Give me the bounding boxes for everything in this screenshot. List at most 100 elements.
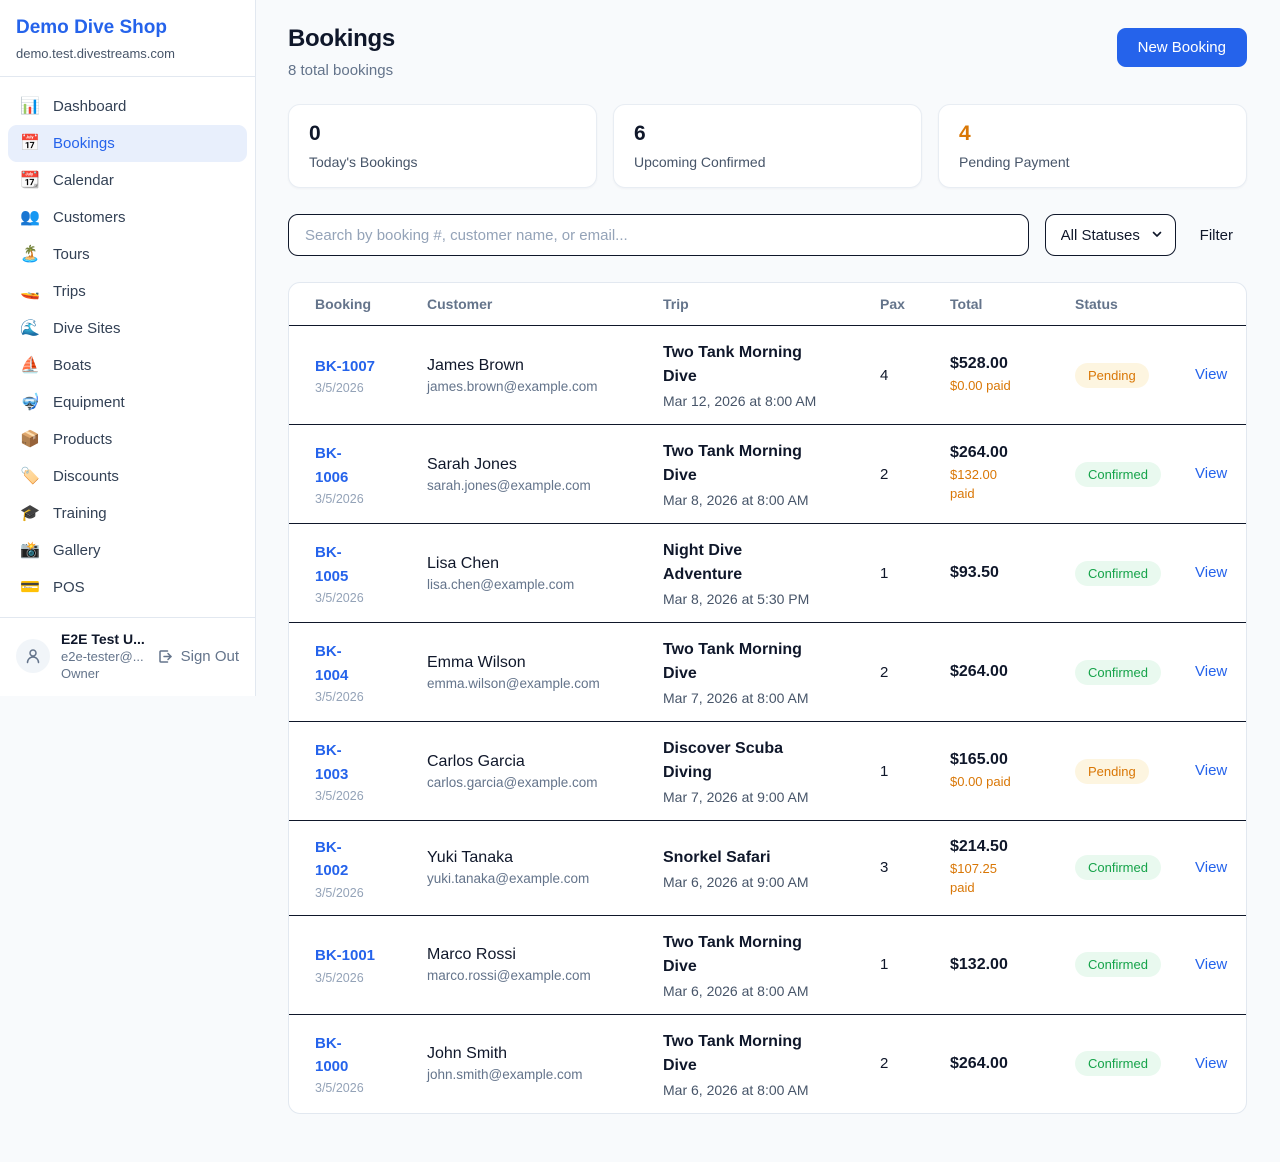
view-link[interactable]: View <box>1195 465 1227 482</box>
total-paid: $0.00 paid <box>950 773 1020 792</box>
stats-row: 0 Today's Bookings 6 Upcoming Confirmed … <box>288 104 1247 188</box>
view-link[interactable]: View <box>1195 663 1227 680</box>
column-header-booking: Booking <box>315 283 427 325</box>
sign-out-button[interactable]: Sign Out <box>157 648 239 665</box>
filter-button[interactable]: Filter <box>1186 217 1247 254</box>
status-filter-select[interactable]: All Statuses <box>1045 214 1176 256</box>
total-amount: $165.00 <box>950 751 1065 769</box>
view-link[interactable]: View <box>1195 956 1227 973</box>
view-link[interactable]: View <box>1195 859 1227 876</box>
customer-name: Carlos Garcia <box>427 753 653 771</box>
pax-cell: 2 <box>880 451 950 498</box>
search-input[interactable] <box>288 214 1029 256</box>
sidebar: Demo Dive Shop demo.test.divestreams.com… <box>0 0 256 696</box>
status-badge: Confirmed <box>1075 1051 1161 1076</box>
booking-id-link[interactable]: BK- 1005 <box>315 541 348 588</box>
customer-cell: Sarah Jones sarah.jones@example.com <box>427 441 663 508</box>
actions-cell: View <box>1195 1040 1237 1088</box>
status-badge: Confirmed <box>1075 952 1161 977</box>
booking-cell: BK- 1005 3/5/2026 <box>315 526 427 620</box>
sidebar-item-icon: ⛵ <box>20 358 40 374</box>
total-paid: $107.25 paid <box>950 860 1020 898</box>
user-email: e2e-tester@... <box>61 649 146 664</box>
customer-cell: James Brown james.brown@example.com <box>427 342 663 409</box>
sidebar-item-dive-sites[interactable]: 🌊 Dive Sites <box>8 310 247 347</box>
trip-date: Mar 8, 2026 at 5:30 PM <box>663 591 870 607</box>
sidebar-item-gallery[interactable]: 📸 Gallery <box>8 532 247 569</box>
booking-cell: BK-1007 3/5/2026 <box>315 340 427 410</box>
sidebar-item-icon: 📸 <box>20 543 40 559</box>
sidebar-item-label: Tours <box>53 246 90 263</box>
sidebar-item-trips[interactable]: 🚤 Trips <box>8 273 247 310</box>
sidebar-item-discounts[interactable]: 🏷️ Discounts <box>8 458 247 495</box>
booking-cell: BK-1001 3/5/2026 <box>315 929 427 999</box>
actions-cell: View <box>1195 941 1237 989</box>
table-row: BK- 1003 3/5/2026 Carlos Garcia carlos.g… <box>289 722 1246 821</box>
customer-cell: Lisa Chen lisa.chen@example.com <box>427 540 663 607</box>
trip-name: Snorkel Safari <box>663 846 821 870</box>
status-cell: Confirmed <box>1075 840 1195 895</box>
status-badge: Confirmed <box>1075 561 1161 586</box>
actions-cell: View <box>1195 747 1237 795</box>
view-link[interactable]: View <box>1195 564 1227 581</box>
view-link[interactable]: View <box>1195 1055 1227 1072</box>
customer-name: James Brown <box>427 357 653 375</box>
booking-id-link[interactable]: BK- 1004 <box>315 640 348 687</box>
avatar <box>16 639 50 673</box>
status-cell: Confirmed <box>1075 937 1195 992</box>
pax-cell: 1 <box>880 550 950 597</box>
booking-cell: BK- 1003 3/5/2026 <box>315 724 427 818</box>
booking-id-link[interactable]: BK- 1000 <box>315 1032 348 1079</box>
trip-cell: Two Tank Morning Dive Mar 12, 2026 at 8:… <box>663 326 880 424</box>
booking-date: 3/5/2026 <box>315 971 417 985</box>
sidebar-item-equipment[interactable]: 🤿 Equipment <box>8 384 247 421</box>
status-cell: Pending <box>1075 348 1195 403</box>
sidebar-item-label: Customers <box>53 209 126 226</box>
trip-cell: Two Tank Morning Dive Mar 8, 2026 at 8:0… <box>663 425 880 523</box>
total-amount: $264.00 <box>950 663 1065 681</box>
booking-id-link[interactable]: BK-1007 <box>315 355 375 378</box>
booking-id-link[interactable]: BK- 1006 <box>315 442 348 489</box>
trip-name: Two Tank Morning Dive <box>663 341 821 389</box>
page-subtitle: 8 total bookings <box>288 62 395 79</box>
booking-id-link[interactable]: BK-1001 <box>315 944 375 967</box>
booking-id-link[interactable]: BK- 1002 <box>315 836 348 883</box>
column-header-total: Total <box>950 283 1075 325</box>
sidebar-item-icon: 📆 <box>20 173 40 189</box>
booking-date: 3/5/2026 <box>315 1081 417 1095</box>
stat-label: Today's Bookings <box>309 154 576 170</box>
sidebar-item-dashboard[interactable]: 📊 Dashboard <box>8 88 247 125</box>
actions-cell: View <box>1195 549 1237 597</box>
stat-card-upcoming-confirmed: 6 Upcoming Confirmed <box>613 104 922 188</box>
view-link[interactable]: View <box>1195 762 1227 779</box>
sign-out-label: Sign Out <box>181 648 239 665</box>
sidebar-item-label: Trips <box>53 283 86 300</box>
sidebar-item-training[interactable]: 🎓 Training <box>8 495 247 532</box>
sidebar-item-boats[interactable]: ⛵ Boats <box>8 347 247 384</box>
table-row: BK-1001 3/5/2026 Marco Rossi marco.rossi… <box>289 916 1246 1015</box>
sidebar-item-tours[interactable]: 🏝️ Tours <box>8 236 247 273</box>
bookings-table: Booking Customer Trip Pax Total Status B… <box>288 282 1247 1114</box>
sidebar-item-bookings[interactable]: 📅 Bookings <box>8 125 247 162</box>
sidebar-item-products[interactable]: 📦 Products <box>8 421 247 458</box>
booking-id-link[interactable]: BK- 1003 <box>315 739 348 786</box>
total-amount: $528.00 <box>950 355 1065 373</box>
stat-label: Upcoming Confirmed <box>634 154 901 170</box>
new-booking-button[interactable]: New Booking <box>1117 28 1247 67</box>
sidebar-item-label: Training <box>53 505 107 522</box>
table-row: BK- 1004 3/5/2026 Emma Wilson emma.wilso… <box>289 623 1246 722</box>
stat-value: 0 <box>309 122 576 146</box>
customer-email: emma.wilson@example.com <box>427 676 653 691</box>
trip-date: Mar 6, 2026 at 9:00 AM <box>663 874 870 890</box>
sidebar-item-icon: 👥 <box>20 210 40 226</box>
sidebar-item-pos[interactable]: 💳 POS <box>8 569 247 606</box>
customer-cell: Emma Wilson emma.wilson@example.com <box>427 639 663 706</box>
sidebar-item-customers[interactable]: 👥 Customers <box>8 199 247 236</box>
user-name: E2E Test U... <box>61 631 146 647</box>
customer-cell: John Smith john.smith@example.com <box>427 1030 663 1097</box>
status-badge: Confirmed <box>1075 462 1161 487</box>
view-link[interactable]: View <box>1195 366 1227 383</box>
total-cell: $93.50 <box>950 549 1075 597</box>
total-amount: $264.00 <box>950 1055 1065 1073</box>
sidebar-item-calendar[interactable]: 📆 Calendar <box>8 162 247 199</box>
